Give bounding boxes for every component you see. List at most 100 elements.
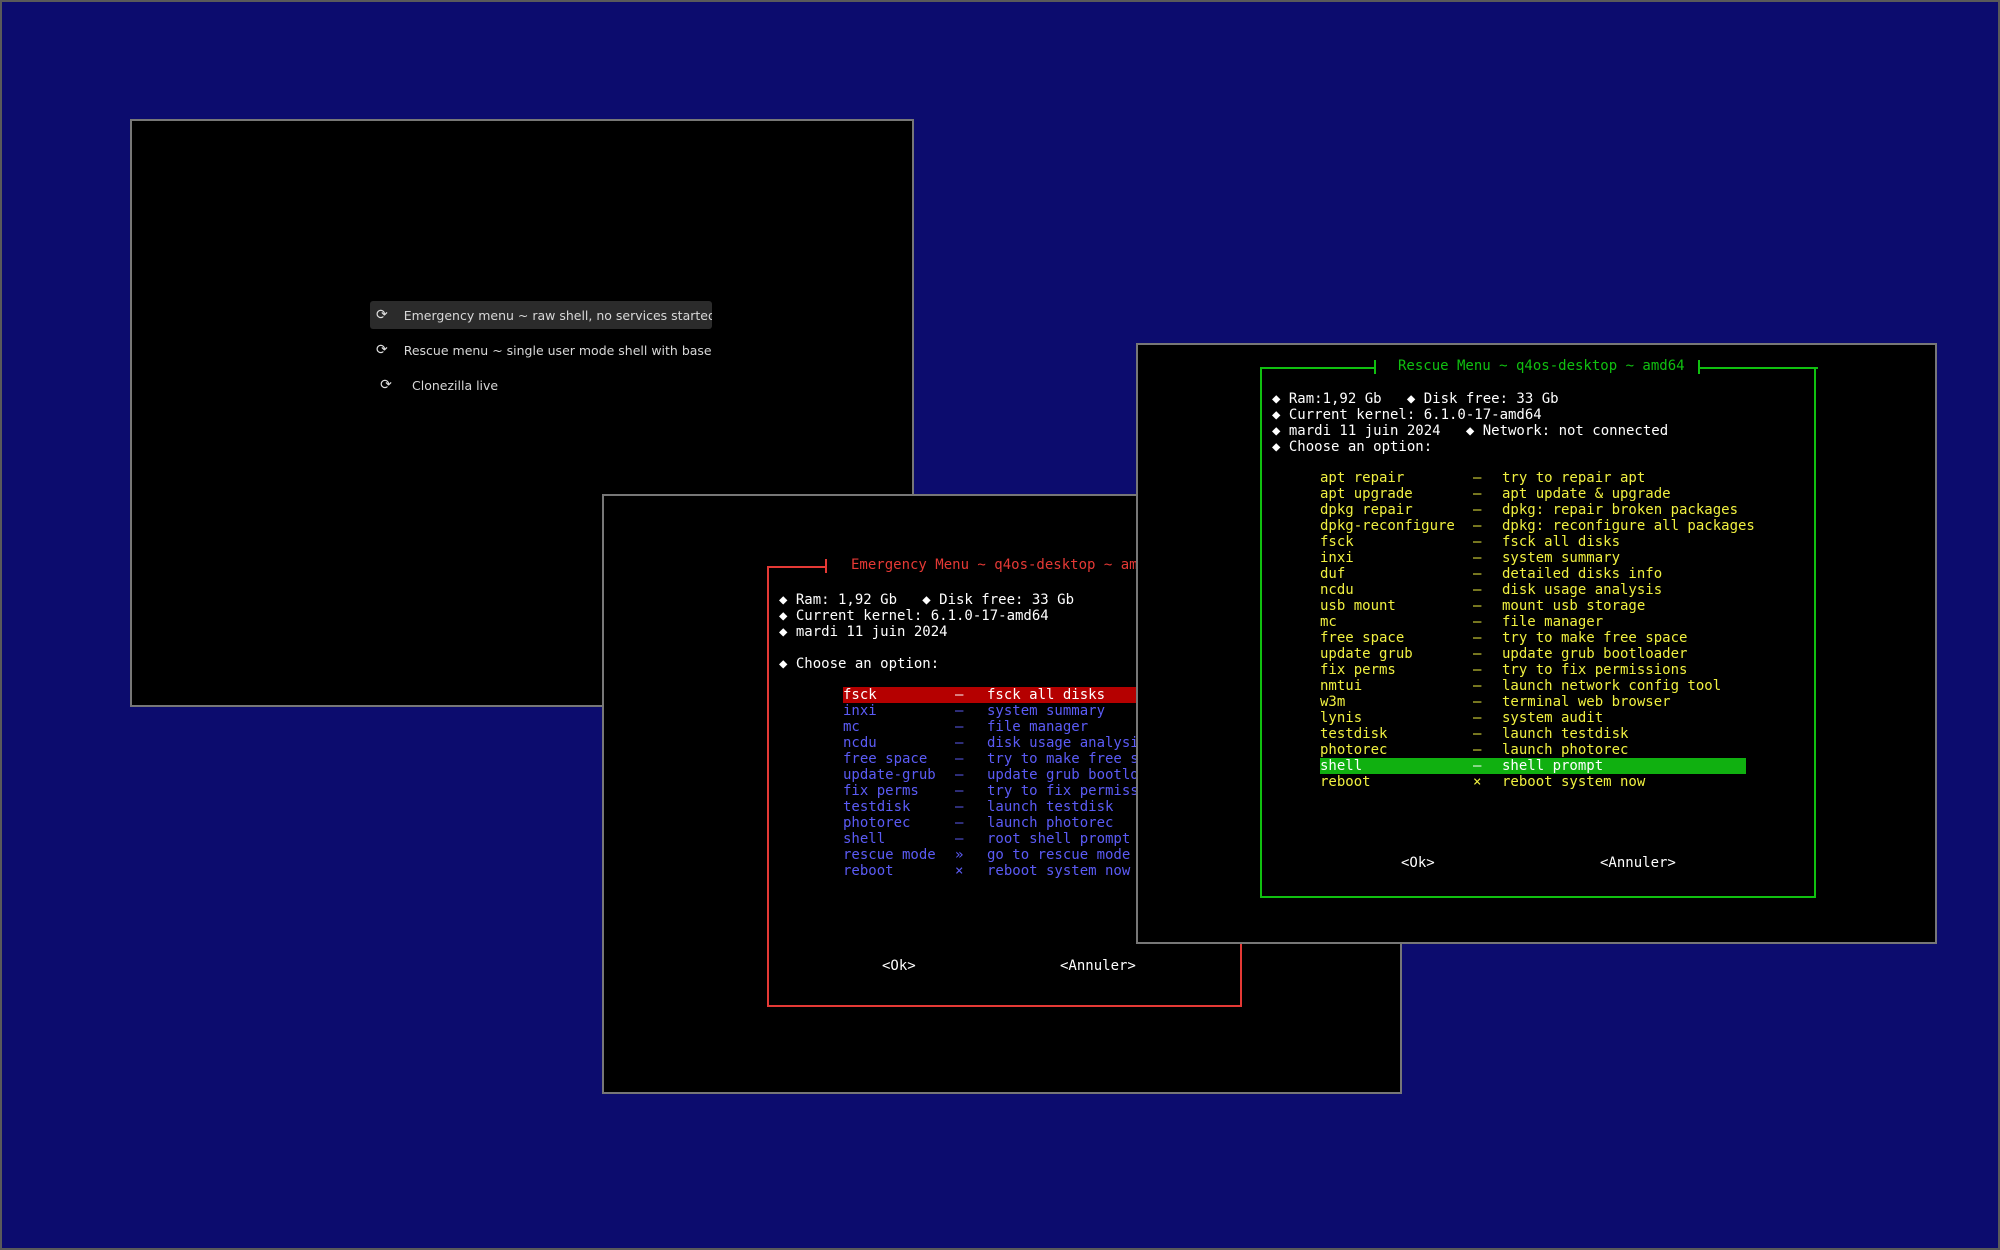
menu-item-separator: » <box>955 847 964 863</box>
menu-item-key: fsck <box>1320 534 1354 550</box>
menu-item-separator: – <box>1473 646 1482 662</box>
rescue-menu-title: Rescue Menu ~ q4os-desktop ~ amd64 <box>1388 355 1695 377</box>
boot-menu-item[interactable]: ⟳ Rescue menu ~ single user mode shell wi… <box>370 336 712 364</box>
menu-item-description: shell prompt <box>1502 758 1604 774</box>
menu-item-description: apt update & upgrade <box>1502 486 1671 502</box>
menu-item-separator: – <box>955 767 964 783</box>
menu-item-separator: – <box>955 831 964 847</box>
menu-item-description: file manager <box>1502 614 1604 630</box>
menu-item-key: rescue mode <box>843 847 936 863</box>
menu-item-separator: – <box>1473 726 1482 742</box>
menu-item-separator: – <box>1473 566 1482 582</box>
menu-item-key: reboot <box>843 863 894 879</box>
menu-item-description: try to repair apt <box>1502 470 1646 486</box>
menu-item-update-grub[interactable]: update grub – update grub bootloader <box>1320 646 1746 662</box>
menu-item-testdisk[interactable]: testdisk – launch testdisk <box>1320 726 1746 742</box>
menu-item-description: launch testdisk <box>1502 726 1629 742</box>
menu-item-separator: – <box>1473 710 1482 726</box>
menu-item-lynis[interactable]: lynis – system audit <box>1320 710 1746 726</box>
menu-item-separator: – <box>1473 486 1482 502</box>
menu-item-key: dpkg repair <box>1320 502 1413 518</box>
menu-item-separator: – <box>1473 534 1482 550</box>
emergency-menu-title: Emergency Menu ~ q4os-desktop ~ amd64 <box>841 554 1173 576</box>
menu-item-description: disk usage analysis <box>1502 582 1663 598</box>
menu-item-usb-mount[interactable]: usb mount – mount usb storage <box>1320 598 1746 614</box>
refresh-icon: ⟳ <box>376 307 388 323</box>
menu-item-description: mount usb storage <box>1502 598 1646 614</box>
info-line: ◆ Choose an option: <box>1272 439 1433 455</box>
menu-item-shell[interactable]: shell – shell prompt <box>1320 758 1746 774</box>
menu-item-fix-perms[interactable]: fix perms – try to fix permissions <box>1320 662 1746 678</box>
menu-item-separator: – <box>1473 470 1482 486</box>
info-line: ◆ mardi 11 juin 2024 <box>779 624 948 640</box>
menu-item-key: ncdu <box>843 735 877 751</box>
menu-item-separator: – <box>1473 678 1482 694</box>
menu-item-description: fsck all disks <box>1502 534 1621 550</box>
menu-item-description: launch network config tool <box>1502 678 1722 694</box>
rescue-menu-window: Rescue Menu ~ q4os-desktop ~ amd64 ◆ Ram… <box>1136 343 1937 944</box>
menu-item-separator: – <box>1473 550 1482 566</box>
menu-item-key: lynis <box>1320 710 1363 726</box>
menu-item-key: free space <box>843 751 928 767</box>
menu-item-description: detailed disks info <box>1502 566 1663 582</box>
emergency-ok-button[interactable]: <Ok> <box>882 958 916 974</box>
menu-item-description: dpkg: reconfigure all packages <box>1502 518 1755 534</box>
menu-item-w3m[interactable]: w3m – terminal web browser <box>1320 694 1746 710</box>
menu-item-apt-upgrade[interactable]: apt upgrade – apt update & upgrade <box>1320 486 1746 502</box>
menu-item-key: fix perms <box>1320 662 1396 678</box>
menu-item-separator: – <box>1473 502 1482 518</box>
menu-item-apt-repair[interactable]: apt repair – try to repair apt <box>1320 470 1746 486</box>
menu-item-description: update grub bootloader <box>1502 646 1688 662</box>
menu-item-separator: × <box>955 863 964 879</box>
menu-item-free-space[interactable]: free space – try to make free space <box>1320 630 1746 646</box>
rescue-ok-button[interactable]: <Ok> <box>1401 855 1435 871</box>
refresh-icon: ⟳ <box>380 377 392 393</box>
menu-item-key: nmtui <box>1320 678 1363 694</box>
menu-item-key: photorec <box>843 815 911 831</box>
menu-item-separator: – <box>955 783 964 799</box>
menu-item-description: root shell prompt <box>987 831 1131 847</box>
menu-item-description: go to rescue mode <box>987 847 1131 863</box>
menu-item-duf[interactable]: duf – detailed disks info <box>1320 566 1746 582</box>
menu-item-separator: – <box>1473 518 1482 534</box>
menu-item-key: inxi <box>1320 550 1354 566</box>
menu-item-reboot[interactable]: reboot × reboot system now <box>1320 774 1746 790</box>
menu-item-separator: – <box>955 719 964 735</box>
menu-item-description: try to make free space <box>1502 630 1688 646</box>
boot-menu-item-label: Clonezilla live <box>412 377 499 393</box>
menu-item-separator: – <box>1473 582 1482 598</box>
menu-item-key: testdisk <box>1320 726 1388 742</box>
rescue-cancel-button[interactable]: <Annuler> <box>1600 855 1676 871</box>
menu-item-mc[interactable]: mc – file manager <box>1320 614 1746 630</box>
boot-menu-item[interactable]: ⟳ Clonezilla live <box>370 371 712 399</box>
menu-item-inxi[interactable]: inxi – system summary <box>1320 550 1746 566</box>
menu-item-separator: – <box>1473 742 1482 758</box>
menu-item-photorec[interactable]: photorec – launch photorec <box>1320 742 1746 758</box>
menu-item-key: dpkg-reconfigure <box>1320 518 1455 534</box>
menu-item-description: file manager <box>987 719 1089 735</box>
menu-item-description: fsck all disks <box>987 687 1106 703</box>
menu-item-description: launch photorec <box>1502 742 1629 758</box>
boot-menu-item[interactable]: ⟳ Emergency menu ~ raw shell, no services… <box>370 301 712 329</box>
menu-item-ncdu[interactable]: ncdu – disk usage analysis <box>1320 582 1746 598</box>
menu-item-description: system summary <box>987 703 1106 719</box>
boot-menu-item-label: Emergency menu ~ raw shell, no services … <box>403 307 712 323</box>
menu-item-separator: – <box>955 815 964 831</box>
menu-item-dpkg-repair[interactable]: dpkg repair – dpkg: repair broken packages <box>1320 502 1746 518</box>
menu-item-description: launch testdisk <box>987 799 1114 815</box>
menu-item-key: shell <box>1320 758 1363 774</box>
menu-item-separator: – <box>1473 758 1482 774</box>
emergency-cancel-button[interactable]: <Annuler> <box>1060 958 1136 974</box>
menu-item-fsck[interactable]: fsck – fsck all disks <box>1320 534 1746 550</box>
menu-item-description: disk usage analysis <box>987 735 1148 751</box>
menu-item-key: shell <box>843 831 886 847</box>
menu-item-separator: – <box>1473 614 1482 630</box>
menu-item-key: testdisk <box>843 799 911 815</box>
menu-item-key: reboot <box>1320 774 1371 790</box>
menu-item-key: duf <box>1320 566 1346 582</box>
menu-item-separator: – <box>955 751 964 767</box>
menu-item-dpkg-reconfigure[interactable]: dpkg-reconfigure – dpkg: reconfigure all p… <box>1320 518 1755 534</box>
menu-item-key: fsck <box>843 687 877 703</box>
menu-item-nmtui[interactable]: nmtui – launch network config tool <box>1320 678 1746 694</box>
menu-item-description: try to fix permissions <box>1502 662 1688 678</box>
